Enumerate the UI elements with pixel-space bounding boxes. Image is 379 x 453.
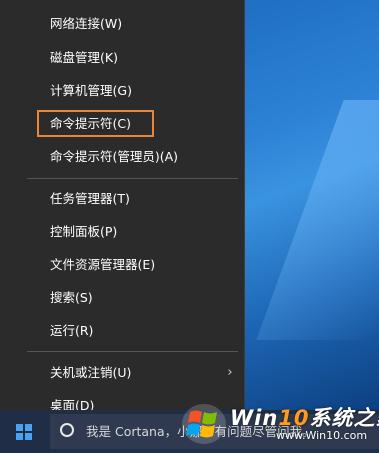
menu-item-search[interactable]: 搜索(S) bbox=[0, 281, 245, 314]
start-button[interactable] bbox=[0, 410, 48, 453]
menu-item-shutdown-signout[interactable]: 关机或注销(U) › bbox=[0, 356, 245, 389]
menu-item-computer-management[interactable]: 计算机管理(G) bbox=[0, 74, 245, 107]
menu-item-disk-management[interactable]: 磁盘管理(K) bbox=[0, 41, 245, 74]
menu-separator bbox=[27, 351, 238, 352]
menu-item-label: 控制面板(P) bbox=[50, 224, 118, 239]
menu-item-label: 网络连接(W) bbox=[50, 16, 123, 31]
menu-item-file-explorer[interactable]: 文件资源管理器(E) bbox=[0, 248, 245, 281]
menu-item-label: 文件资源管理器(E) bbox=[50, 257, 156, 272]
menu-item-run[interactable]: 运行(R) bbox=[0, 314, 245, 347]
watermark-url: www.Win10.com bbox=[276, 429, 368, 442]
menu-item-label: 磁盘管理(K) bbox=[50, 50, 118, 65]
winx-context-menu: 网络连接(W) 磁盘管理(K) 计算机管理(G) 命令提示符(C) 命令提示符(… bbox=[0, 0, 245, 413]
menu-item-network-connections[interactable]: 网络连接(W) bbox=[0, 7, 245, 40]
menu-item-label: 命令提示符(管理员)(A) bbox=[50, 149, 179, 164]
menu-item-label: 计算机管理(G) bbox=[50, 83, 132, 98]
chevron-right-icon: › bbox=[227, 365, 233, 380]
menu-item-label: 运行(R) bbox=[50, 323, 94, 338]
menu-item-label: 搜索(S) bbox=[50, 290, 93, 305]
watermark-title: Win10系统之家 bbox=[230, 406, 379, 430]
menu-item-control-panel[interactable]: 控制面板(P) bbox=[0, 215, 245, 248]
windows-flag-logo-icon bbox=[182, 404, 226, 444]
cortana-circle-icon bbox=[60, 423, 74, 437]
menu-item-task-manager[interactable]: 任务管理器(T) bbox=[0, 182, 245, 215]
menu-item-label: 任务管理器(T) bbox=[50, 191, 130, 206]
menu-item-label: 关机或注销(U) bbox=[50, 365, 132, 380]
menu-item-command-prompt-admin[interactable]: 命令提示符(管理员)(A) bbox=[0, 140, 245, 173]
desktop-screen: 网络连接(W) 磁盘管理(K) 计算机管理(G) 命令提示符(C) 命令提示符(… bbox=[0, 0, 379, 453]
site-watermark: Win10系统之家 www.Win10.com bbox=[180, 396, 379, 453]
windows-logo-icon bbox=[16, 423, 32, 440]
menu-separator bbox=[27, 178, 238, 179]
highlight-annotation-box bbox=[37, 110, 154, 137]
